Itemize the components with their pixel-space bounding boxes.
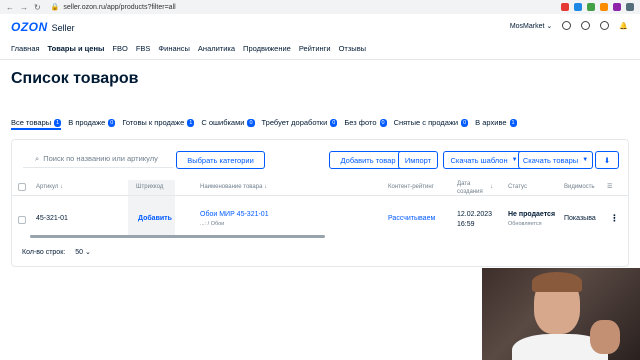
tab-count-badge: 1: [187, 118, 195, 127]
row-menu-icon[interactable]: ⋮: [610, 213, 619, 224]
webcam-overlay: [482, 268, 640, 360]
reload-icon[interactable]: ↻: [34, 3, 41, 12]
page-title: Список товаров: [11, 70, 139, 87]
header-visibility: Видимость: [564, 184, 595, 190]
product-name-link[interactable]: Обои МИР 45-321-01: [200, 211, 269, 218]
tab-removed[interactable]: Снятые с продажи 0: [394, 118, 469, 127]
help-icon[interactable]: [600, 21, 610, 30]
rows-per-page-select[interactable]: 50 ⌄: [75, 248, 91, 256]
nav-item-fbs[interactable]: FBS: [136, 44, 151, 53]
nav-item-reviews[interactable]: Отзывы: [339, 44, 366, 53]
search-input[interactable]: ⌕ Поиск по названию или артикулу: [23, 150, 173, 168]
add-product-button[interactable]: Добавить товар: [329, 151, 407, 169]
status-value: Не продается: [508, 211, 556, 218]
select-all-checkbox[interactable]: [18, 183, 26, 191]
download-products-button[interactable]: Скачать товары ▼: [518, 151, 593, 169]
tab-count-badge: 1: [509, 118, 517, 127]
chat-icon[interactable]: [581, 21, 591, 30]
header-content-rating: Контент-рейтинг: [388, 184, 434, 190]
notification-icon[interactable]: 🔔: [619, 22, 628, 30]
content-rating-value[interactable]: Рассчитываем: [388, 215, 435, 222]
user-icon[interactable]: [562, 21, 572, 30]
nav-item-ratings[interactable]: Рейтинги: [299, 44, 331, 53]
lock-icon: 🔒: [50, 4, 60, 11]
tab-all[interactable]: Все товары 1: [11, 118, 62, 127]
extension-icon[interactable]: [561, 3, 569, 11]
nav-divider: [0, 59, 640, 60]
row-sku: 45-321-01: [36, 215, 68, 222]
extension-icon[interactable]: [626, 3, 634, 11]
chevron-down-icon: ⌄: [546, 22, 553, 30]
nav-item-promotion[interactable]: Продвижение: [243, 44, 291, 53]
tab-count-badge: 0: [108, 118, 116, 127]
tab-needs-work[interactable]: Требует доработки 0: [262, 118, 338, 127]
tab-no-photo[interactable]: Без фото 0: [344, 118, 387, 127]
browser-toolbar: ← → ↻ 🔒 seller.ozon.ru/app/products?filt…: [0, 0, 640, 14]
sort-arrow-icon: ↓: [60, 184, 64, 190]
header-barcode: Штрихкод: [136, 184, 164, 190]
header-status: Статус: [508, 184, 527, 190]
tab-ready[interactable]: Готовы к продаже 1: [122, 118, 195, 127]
tab-on-sale[interactable]: В продаже 0: [68, 118, 116, 127]
add-barcode-link[interactable]: Добавить: [138, 215, 172, 222]
presenter-hair: [532, 272, 582, 292]
created-date: 12.02.2023: [457, 211, 493, 218]
header-name[interactable]: Наименование товара ↓: [200, 184, 267, 190]
header-sku[interactable]: Артикул ↓: [36, 184, 63, 190]
column-settings-icon[interactable]: ☰: [607, 183, 612, 190]
extension-icon[interactable]: [587, 3, 595, 11]
extension-icon[interactable]: [613, 3, 621, 11]
horizontal-scrollbar[interactable]: [30, 235, 325, 238]
nav-item-finance[interactable]: Финансы: [158, 44, 190, 53]
tab-count-badge: 0: [330, 118, 338, 127]
forward-icon[interactable]: →: [20, 3, 28, 12]
row-checkbox[interactable]: [18, 216, 26, 224]
chevron-down-icon: ▼: [511, 157, 518, 163]
tab-count-badge: 0: [247, 118, 255, 127]
logo-subtitle: Seller: [51, 23, 75, 33]
download-icon[interactable]: ⬇: [595, 151, 619, 169]
sort-arrow-icon[interactable]: ↓: [490, 184, 493, 190]
extension-icon[interactable]: [574, 3, 582, 11]
chevron-down-icon: ⌄: [84, 249, 91, 256]
visibility-value: Показыва: [564, 215, 596, 222]
table-row[interactable]: 45-321-01 Добавить Обои МИР 45-321-01 ..…: [12, 206, 628, 236]
back-icon[interactable]: ←: [6, 3, 14, 12]
products-panel: ⌕ Поиск по названию или артикулу Выбрать…: [11, 139, 629, 267]
created-time: 16:59: [457, 221, 475, 228]
tab-errors[interactable]: С ошибками 0: [201, 118, 255, 127]
tab-count-badge: 0: [379, 118, 387, 127]
extension-icon[interactable]: [600, 3, 608, 11]
app-header: OZON Seller MosMarket ⌄ 🔔: [0, 14, 640, 40]
header-created[interactable]: Дата создания: [457, 180, 483, 196]
chevron-down-icon: ▼: [582, 157, 589, 163]
company-selector[interactable]: MosMarket ⌄: [510, 22, 552, 30]
table-header: Артикул ↓ Штрихкод Наименование товара ↓…: [12, 180, 628, 196]
nav-item-analytics[interactable]: Аналитика: [198, 44, 235, 53]
nav-item-products[interactable]: Товары и цены: [48, 44, 105, 53]
tab-count-badge: 0: [461, 118, 469, 127]
product-filter-tabs: Все товары 1 В продаже 0 Готовы к продаже 1…: [11, 118, 517, 127]
rows-per-page-label: Кол-во строк:: [22, 248, 66, 256]
download-template-button[interactable]: Скачать шаблон ▼: [443, 151, 525, 169]
presenter-hand: [590, 320, 620, 354]
active-tab-indicator: [11, 128, 61, 130]
nav-item-fbo[interactable]: FBO: [112, 44, 127, 53]
select-categories-button[interactable]: Выбрать категории: [176, 151, 265, 169]
search-icon: ⌕: [35, 153, 40, 163]
import-button[interactable]: Импорт: [398, 151, 438, 169]
url-bar[interactable]: seller.ozon.ru/app/products?filter=all: [63, 4, 175, 11]
main-navigation: Главная Товары и цены FBO FBS Финансы Ан…: [11, 44, 366, 53]
sort-arrow-icon: ↓: [264, 184, 268, 190]
tab-archive[interactable]: В архиве 1: [475, 118, 517, 127]
nav-item-home[interactable]: Главная: [11, 44, 40, 53]
ozon-logo[interactable]: OZON: [11, 20, 48, 34]
tab-count-badge: 1: [54, 118, 62, 127]
status-subtext: Обновляется: [508, 221, 542, 227]
product-category: ...: / Обои: [200, 221, 225, 227]
rows-per-page: Кол-во строк: 50 ⌄: [22, 248, 91, 257]
